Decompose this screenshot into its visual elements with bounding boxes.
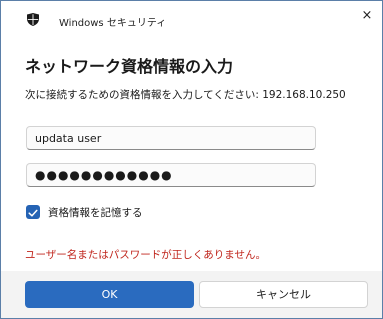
credential-dialog: Windows セキュリティ × ネットワーク資格情報の入力 次に接続するための… xyxy=(0,0,383,319)
dialog-heading: ネットワーク資格情報の入力 xyxy=(25,57,234,76)
window-title: Windows セキュリティ xyxy=(59,18,167,29)
close-button[interactable]: × xyxy=(352,1,382,31)
username-input[interactable] xyxy=(26,126,316,150)
cancel-button[interactable]: キャンセル xyxy=(199,281,368,308)
checkmark-icon xyxy=(28,209,38,217)
ok-button[interactable]: OK xyxy=(25,281,194,308)
remember-checkbox[interactable] xyxy=(26,205,40,219)
password-input[interactable]: ●●●●●●●●●●●● xyxy=(26,163,316,187)
remember-label: 資格情報を記憶する xyxy=(48,207,143,219)
shield-icon xyxy=(27,13,39,26)
title-bar: Windows セキュリティ × xyxy=(1,1,382,35)
error-message: ユーザー名またはパスワードが正しくありません。 xyxy=(25,249,266,261)
dialog-subtext: 次に接続するための資格情報を入力してください: 192.168.10.250 xyxy=(25,89,346,101)
